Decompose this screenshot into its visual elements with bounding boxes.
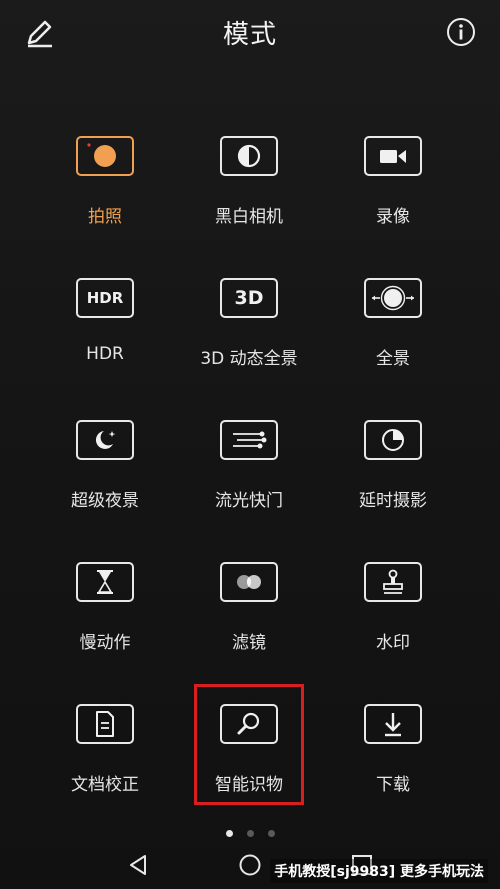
panorama-icon <box>364 278 422 318</box>
mode-slow-motion[interactable]: 慢动作 <box>32 562 182 672</box>
mode-document-correction[interactable]: 文档校正 <box>32 704 182 814</box>
mode-light-painting[interactable]: 流光快门 <box>176 420 326 530</box>
mode-timelapse[interactable]: 延时摄影 <box>320 420 470 530</box>
home-icon[interactable] <box>238 853 262 877</box>
mode-label: 水印 <box>376 633 410 653</box>
timelapse-icon <box>364 420 422 460</box>
mode-filter[interactable]: 滤镜 <box>176 562 326 672</box>
page-dot[interactable] <box>225 830 233 837</box>
page-dot[interactable] <box>267 830 275 837</box>
mode-label: 3D 动态全景 <box>200 349 298 369</box>
mode-download[interactable]: 下载 <box>320 704 470 814</box>
mode-monochrome[interactable]: 黑白相机 <box>176 136 326 246</box>
mode-label: 下载 <box>376 775 410 795</box>
video-camera-icon <box>364 136 422 176</box>
info-button[interactable] <box>446 17 476 47</box>
mode-label: 延时摄影 <box>359 491 427 511</box>
mode-label: 滤镜 <box>232 633 266 653</box>
mode-label: HDR <box>86 344 124 364</box>
mode-panorama[interactable]: 全景 <box>320 278 470 388</box>
watermark-text: 手机教授[sj9983] 更多手机玩法 <box>270 859 488 883</box>
mode-label: 慢动作 <box>79 633 131 653</box>
light-painting-icon <box>220 420 278 460</box>
hourglass-icon <box>76 562 134 602</box>
filter-icon <box>220 562 278 602</box>
mode-label: 流光快门 <box>215 491 283 511</box>
photo-shutter-icon <box>76 136 134 176</box>
back-icon[interactable] <box>126 853 150 877</box>
page-title: 模式 <box>222 20 277 50</box>
download-icon <box>364 704 422 744</box>
mode-watermark[interactable]: 水印 <box>320 562 470 672</box>
page-indicator <box>0 823 500 837</box>
mode-label: 文档校正 <box>71 775 139 795</box>
3d-panorama-icon: 3D <box>220 278 278 318</box>
monochrome-icon <box>220 136 278 176</box>
info-icon <box>447 18 475 46</box>
mode-3d-panorama[interactable]: 3D 3D 动态全景 <box>176 278 326 388</box>
document-icon <box>76 704 134 744</box>
night-moon-icon <box>76 420 134 460</box>
mode-photo[interactable]: 拍照 <box>32 136 182 246</box>
hdr-icon: HDR <box>76 278 134 318</box>
page-dot[interactable] <box>246 830 254 837</box>
mode-super-night[interactable]: 超级夜景 <box>32 420 182 530</box>
camera-mode-screen: 模式 拍照 黑白相机 录像 HDR HDR 3D 3D 动态全景 全景 超级夜景… <box>0 0 500 889</box>
mode-label: 录像 <box>376 207 410 227</box>
mode-video[interactable]: 录像 <box>320 136 470 246</box>
highlight-box <box>194 684 304 805</box>
mode-label: 黑白相机 <box>215 207 283 227</box>
mode-hdr[interactable]: HDR HDR <box>32 278 182 388</box>
stamp-icon <box>364 562 422 602</box>
mode-label: 超级夜景 <box>71 491 139 511</box>
top-bar: 模式 <box>0 0 500 68</box>
mode-label: 拍照 <box>88 207 122 227</box>
mode-label: 全景 <box>376 349 410 369</box>
